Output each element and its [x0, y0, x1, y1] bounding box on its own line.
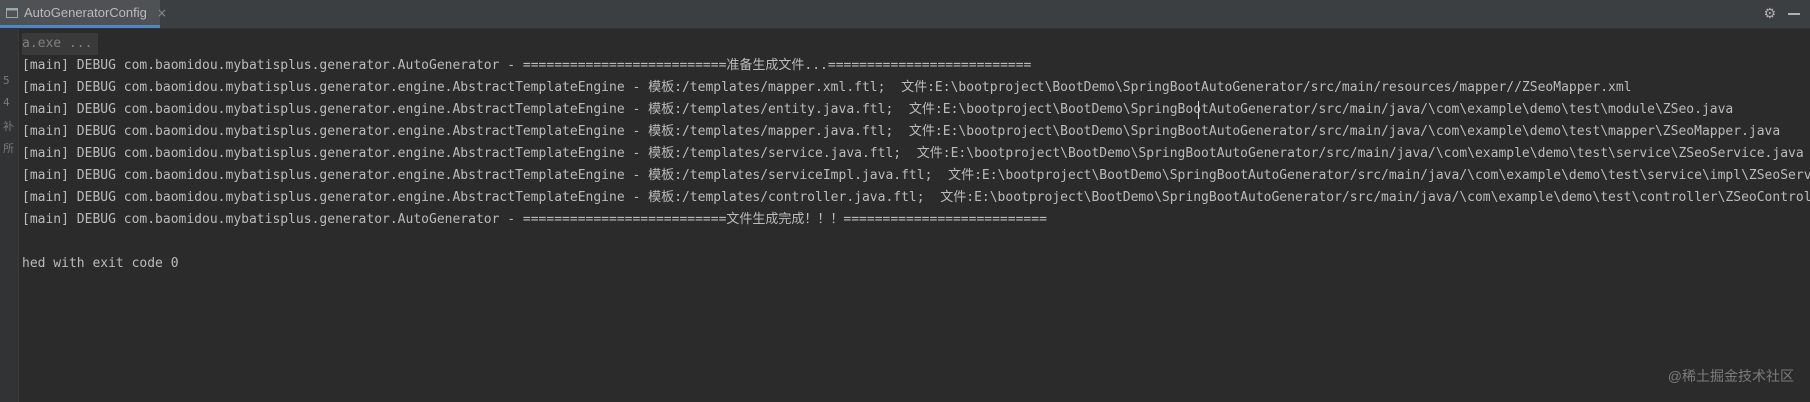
log-line: [main] DEBUG com.baomidou.mybatisplus.ge…: [22, 190, 1810, 205]
log-line: [main] DEBUG com.baomidou.mybatisplus.ge…: [22, 146, 1804, 161]
log-line: [main] DEBUG com.baomidou.mybatisplus.ge…: [22, 168, 1810, 183]
log-line: [main] DEBUG com.baomidou.mybatisplus.ge…: [22, 212, 1047, 227]
log-line: [main] DEBUG com.baomidou.mybatisplus.ge…: [22, 80, 1632, 95]
close-icon[interactable]: ×: [157, 6, 167, 20]
console-output[interactable]: a.exe ... [main] DEBUG com.baomidou.myba…: [22, 33, 1810, 402]
tab-autogeneratorconfig[interactable]: AutoGeneratorConfig ×: [0, 0, 167, 28]
watermark: @稀土掘金技术社区: [1667, 368, 1794, 384]
side-gutter: 5 4 补 所: [0, 29, 19, 402]
gear-icon[interactable]: ⚙: [1763, 6, 1776, 22]
text-caret: [1198, 101, 1199, 119]
log-line: [main] DEBUG com.baomidou.mybatisplus.ge…: [22, 58, 1032, 73]
log-line: [main] DEBUG com.baomidou.mybatisplus.ge…: [22, 102, 1734, 117]
log-line: [main] DEBUG com.baomidou.mybatisplus.ge…: [22, 124, 1781, 139]
gutter-char: 4: [3, 96, 10, 109]
tab-title: AutoGeneratorConfig: [24, 5, 147, 20]
gutter-char: 5: [3, 74, 10, 87]
run-toolbar: AutoGeneratorConfig × ⚙: [0, 0, 1810, 29]
minimize-icon[interactable]: [1788, 13, 1800, 15]
command-line: a.exe ...: [22, 33, 99, 55]
gutter-char: 补: [3, 120, 14, 133]
run-console-window: AutoGeneratorConfig × ⚙ 5 4 补 所 a.exe ..…: [0, 0, 1810, 402]
exit-line: hed with exit code 0: [22, 256, 179, 271]
toolbar-actions: ⚙: [1763, 0, 1800, 28]
console-icon: [6, 7, 18, 19]
gutter-char: 所: [3, 142, 14, 155]
